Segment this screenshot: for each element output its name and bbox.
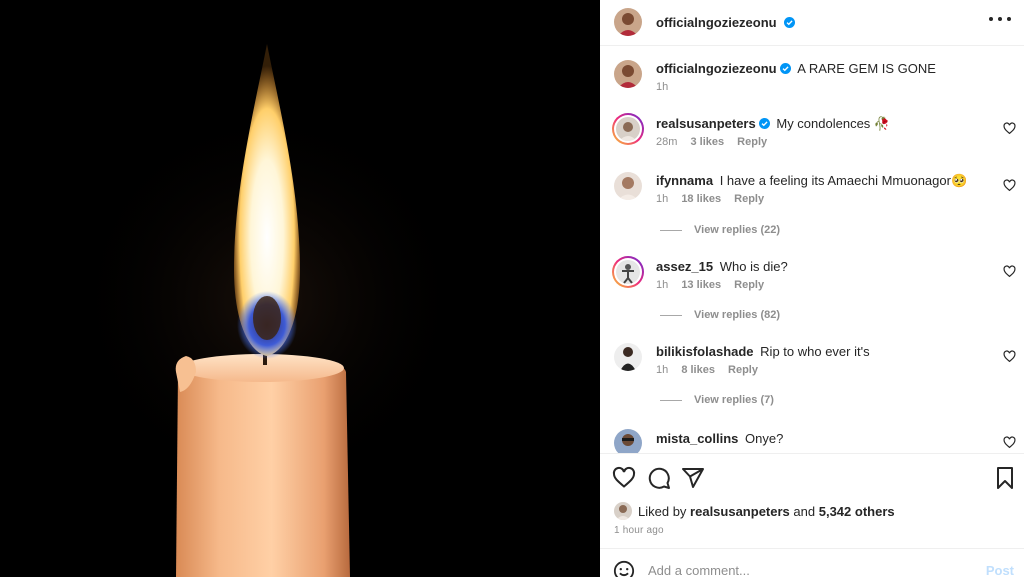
comment-likes[interactable]: 13 likes xyxy=(681,279,721,291)
post-button[interactable]: Post xyxy=(986,563,1014,577)
commenter-avatar[interactable] xyxy=(614,343,642,371)
commenter-username[interactable]: bilikisfolashade xyxy=(656,344,754,359)
verified-badge-icon xyxy=(779,63,791,74)
liker-avatar-image xyxy=(614,502,632,520)
caption-text-line: officialngoziezeonu A RARE GEM IS GONE xyxy=(656,60,936,77)
comment-text: Who is die? xyxy=(719,259,788,274)
heart-icon[interactable] xyxy=(612,466,636,490)
comment-like-heart-icon[interactable] xyxy=(1003,436,1016,449)
author-avatar[interactable] xyxy=(614,8,642,36)
post-image[interactable] xyxy=(0,0,600,577)
comment-likes[interactable]: 8 likes xyxy=(681,364,715,376)
reply-button[interactable]: Reply xyxy=(734,279,764,291)
comment-meta: 1h 8 likes Reply xyxy=(656,364,768,376)
share-icon[interactable] xyxy=(681,466,705,490)
commenter-avatar[interactable] xyxy=(616,117,640,141)
bookmark-icon[interactable] xyxy=(993,466,1017,490)
caption-username[interactable]: officialngoziezeonu xyxy=(656,61,777,76)
comment-time[interactable]: 1h xyxy=(656,364,668,376)
commenter-avatar-image xyxy=(616,117,640,141)
comment-meta: 1h 13 likes Reply xyxy=(656,279,774,291)
reply-button[interactable]: Reply xyxy=(734,193,764,205)
liker-username[interactable]: realsusanpeters xyxy=(690,504,790,519)
comments-list[interactable]: officialngoziezeonu A RARE GEM IS GONE 1… xyxy=(600,47,1024,453)
caption-avatar-image xyxy=(614,60,642,88)
commenter-avatar[interactable] xyxy=(614,172,642,200)
comment-text: Onye? xyxy=(745,431,784,446)
comment-text-line: bilikisfolashade Rip to who ever it's xyxy=(656,343,870,360)
commenter-username[interactable]: ifynnama xyxy=(656,173,713,188)
commenter-avatar-image xyxy=(614,172,642,200)
caption-meta: 1h xyxy=(656,81,678,93)
post-timestamp[interactable]: 1 hour ago xyxy=(614,525,664,536)
post-actions: Liked by realsusanpeters and 5,342 other… xyxy=(600,453,1024,548)
comment-time[interactable]: 1h xyxy=(656,193,668,205)
commenter-avatar-image xyxy=(614,343,642,371)
likes-and: and xyxy=(793,503,816,519)
commenter-username[interactable]: assez_15 xyxy=(656,259,713,274)
likes-others[interactable]: 5,342 others xyxy=(819,504,895,519)
commenter-username[interactable]: mista_collins xyxy=(656,431,738,446)
author-username[interactable]: officialngoziezeonu xyxy=(656,15,777,30)
commenter-avatar-image xyxy=(616,260,640,284)
comment-text-line: ifynnama I have a feeling its Amaechi Mm… xyxy=(656,172,967,189)
comment-like-heart-icon[interactable] xyxy=(1003,179,1016,192)
post-details-panel: officialngoziezeonu officialngoziezeonu … xyxy=(600,0,1024,577)
verified-badge-icon xyxy=(784,17,796,28)
commenter-avatar[interactable] xyxy=(616,260,640,284)
comment-like-heart-icon[interactable] xyxy=(1003,265,1016,278)
commenter-username[interactable]: realsusanpeters xyxy=(656,116,756,131)
emoji-icon[interactable] xyxy=(613,560,635,577)
view-replies-button[interactable]: View replies (22) xyxy=(660,224,780,236)
verified-badge-icon xyxy=(758,118,770,129)
add-comment-bar: Post xyxy=(600,548,1024,577)
comment-text-line: assez_15 Who is die? xyxy=(656,258,788,275)
comment-like-heart-icon[interactable] xyxy=(1003,350,1016,363)
comment-text: My condolences 🥀 xyxy=(776,116,891,131)
comment-text-line: mista_collins Onye? xyxy=(656,430,783,447)
view-replies-button[interactable]: View replies (82) xyxy=(660,309,780,321)
caption-time[interactable]: 1h xyxy=(656,81,668,93)
comment-meta: 28m 3 likes Reply xyxy=(656,136,777,148)
author-avatar-image xyxy=(614,8,642,36)
caption-avatar[interactable] xyxy=(614,60,642,88)
commenter-avatar[interactable] xyxy=(614,429,642,453)
comment-text: I have a feeling its Amaechi Mmuonagor🥺 xyxy=(719,173,968,188)
comment-text-line: realsusanpeters My condolences 🥀 xyxy=(656,115,890,132)
comment-time[interactable]: 1h xyxy=(656,279,668,291)
comment-time[interactable]: 28m xyxy=(656,136,677,148)
comment-meta: 1h 18 likes Reply xyxy=(656,193,774,205)
post-header: officialngoziezeonu xyxy=(600,0,1024,46)
comment-input[interactable] xyxy=(648,563,968,577)
likes-prefix: Liked by xyxy=(638,503,687,519)
comment-likes[interactable]: 3 likes xyxy=(690,136,724,148)
reply-button[interactable]: Reply xyxy=(728,364,758,376)
caption-text: A RARE GEM IS GONE xyxy=(797,61,936,76)
likes-summary: Liked by realsusanpeters and 5,342 other… xyxy=(614,502,895,520)
candle-image xyxy=(0,0,600,577)
liker-avatar[interactable] xyxy=(614,502,632,520)
more-options-icon[interactable] xyxy=(989,12,1011,26)
comment-likes[interactable]: 18 likes xyxy=(681,193,721,205)
author-name-row: officialngoziezeonu xyxy=(656,14,796,32)
reply-button[interactable]: Reply xyxy=(737,136,767,148)
view-replies-button[interactable]: View replies (7) xyxy=(660,394,774,406)
comment-text: Rip to who ever it's xyxy=(760,344,870,359)
commenter-avatar-image xyxy=(614,429,642,453)
comment-like-heart-icon[interactable] xyxy=(1003,122,1016,135)
comment-icon[interactable] xyxy=(647,466,671,490)
